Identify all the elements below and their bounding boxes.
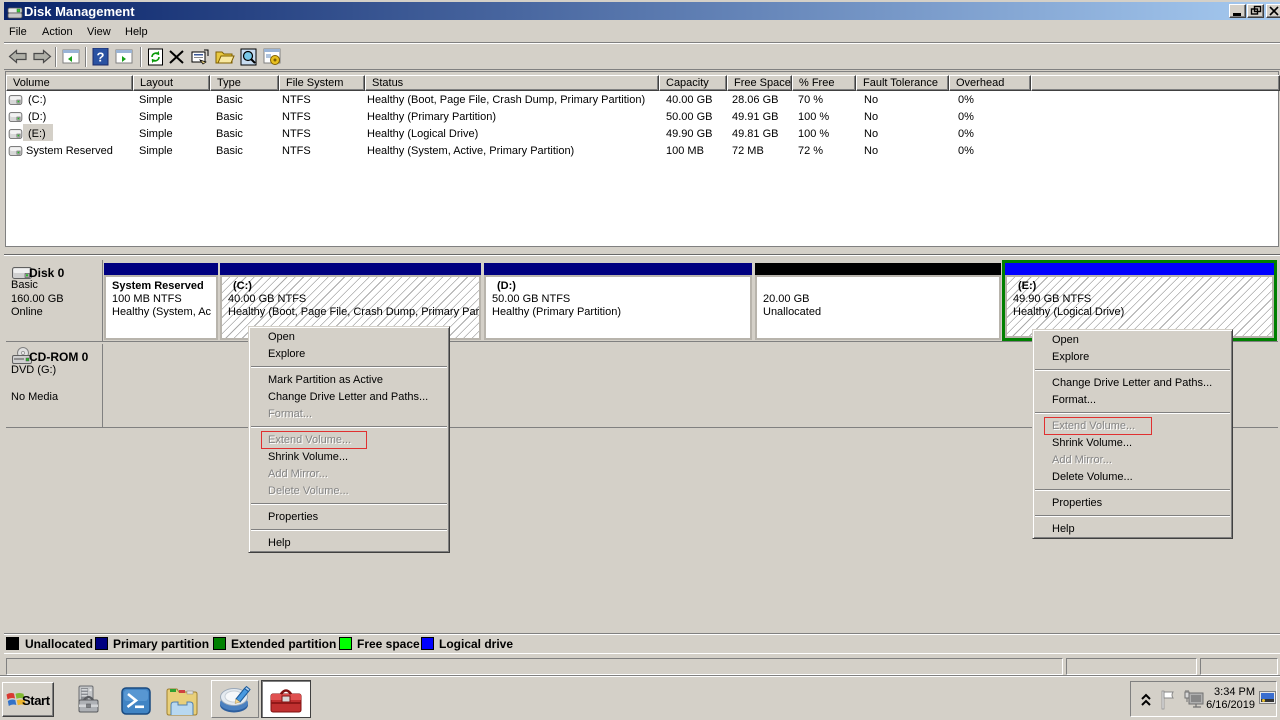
svg-text:?: ? (97, 50, 105, 65)
